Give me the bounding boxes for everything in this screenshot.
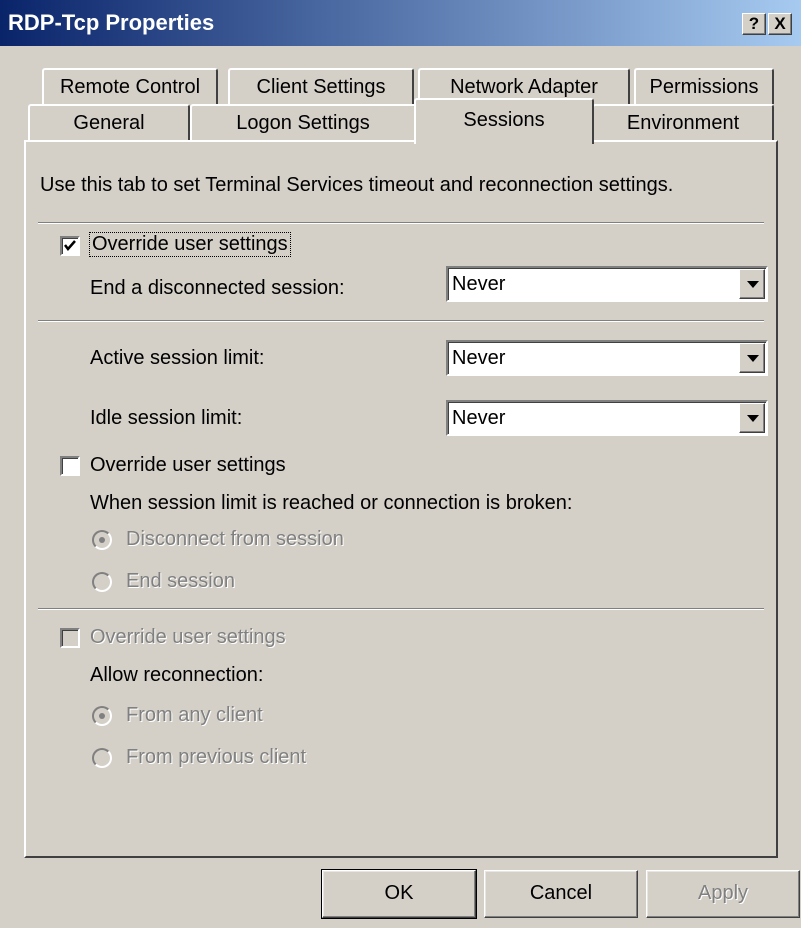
separator bbox=[38, 320, 764, 322]
override-disconnected-checkbox[interactable] bbox=[60, 236, 80, 256]
window-title: RDP-Tcp Properties bbox=[8, 10, 215, 35]
override-reconnect-checkbox[interactable] bbox=[60, 628, 80, 648]
tab-permissions[interactable]: Permissions bbox=[634, 68, 774, 104]
active-limit-value: Never bbox=[452, 347, 506, 369]
override-disconnected-label[interactable]: Override user settings bbox=[89, 232, 291, 257]
separator bbox=[38, 222, 764, 224]
chevron-down-icon[interactable] bbox=[739, 343, 765, 373]
help-button[interactable]: ? bbox=[742, 13, 766, 35]
tab-client-settings[interactable]: Client Settings bbox=[228, 68, 414, 104]
close-button[interactable]: X bbox=[768, 13, 792, 35]
sessions-description: Use this tab to set Terminal Services ti… bbox=[40, 174, 674, 196]
ok-button[interactable]: OK bbox=[321, 869, 477, 919]
tab-environment[interactable]: Environment bbox=[592, 104, 774, 140]
end-session-label[interactable]: End session bbox=[126, 570, 235, 593]
tab-general[interactable]: General bbox=[28, 104, 190, 140]
disconnect-radio[interactable] bbox=[92, 530, 112, 550]
separator bbox=[38, 608, 764, 610]
sessions-panel: Use this tab to set Terminal Services ti… bbox=[24, 140, 778, 858]
active-limit-label: Active session limit: bbox=[90, 347, 265, 369]
any-client-label[interactable]: From any client bbox=[126, 704, 263, 727]
title-bar[interactable]: RDP-Tcp Properties ? X bbox=[0, 0, 801, 46]
previous-client-label[interactable]: From previous client bbox=[126, 746, 306, 769]
chevron-down-icon[interactable] bbox=[739, 403, 765, 433]
any-client-radio[interactable] bbox=[92, 706, 112, 726]
override-limit-label[interactable]: Override user settings bbox=[90, 454, 286, 477]
idle-limit-value: Never bbox=[452, 407, 506, 429]
apply-button[interactable]: Apply bbox=[646, 870, 800, 918]
radio-dot bbox=[99, 713, 105, 719]
when-limit-label: When session limit is reached or connect… bbox=[90, 492, 573, 514]
active-limit-dropdown[interactable]: Never bbox=[446, 340, 768, 376]
override-reconnect-label[interactable]: Override user settings bbox=[90, 626, 286, 649]
chevron-down-icon[interactable] bbox=[739, 269, 765, 299]
end-disconnected-label: End a disconnected session: bbox=[90, 277, 345, 299]
checkmark-icon bbox=[64, 240, 76, 251]
end-disconnected-dropdown[interactable]: Never bbox=[446, 266, 768, 302]
disconnect-label[interactable]: Disconnect from session bbox=[126, 528, 344, 551]
end-disconnected-value: Never bbox=[452, 273, 506, 295]
tab-logon-settings[interactable]: Logon Settings bbox=[190, 104, 416, 140]
previous-client-radio[interactable] bbox=[92, 748, 112, 768]
override-limit-checkbox[interactable] bbox=[60, 456, 80, 476]
tab-sessions[interactable]: Sessions bbox=[414, 98, 594, 144]
radio-dot bbox=[99, 537, 105, 543]
end-session-radio[interactable] bbox=[92, 572, 112, 592]
tab-remote-control[interactable]: Remote Control bbox=[42, 68, 218, 104]
idle-limit-label: Idle session limit: bbox=[90, 407, 243, 429]
allow-reconnect-label: Allow reconnection: bbox=[90, 664, 264, 686]
idle-limit-dropdown[interactable]: Never bbox=[446, 400, 768, 436]
cancel-button[interactable]: Cancel bbox=[484, 870, 638, 918]
